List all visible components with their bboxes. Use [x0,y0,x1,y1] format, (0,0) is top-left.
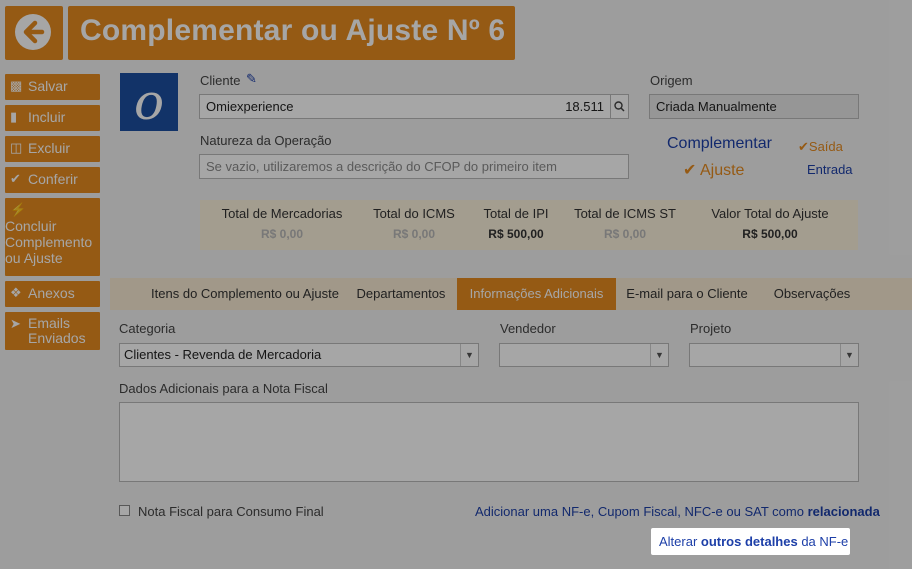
paperclip-icon: ❖ [10,285,22,300]
natureza-input[interactable]: Se vazio, utilizaremos a descrição do CF… [199,154,629,179]
attachments-button[interactable]: ❖ Anexos [5,281,100,307]
total-icms-st: Total de ICMS ST R$ 0,00 [574,206,676,241]
natureza-label: Natureza da Operação [200,133,332,148]
entrada-option[interactable]: Entrada [807,162,853,177]
complementar-option[interactable]: Complementar [667,135,772,153]
tab-email-cliente[interactable]: E-mail para o Cliente [620,278,754,310]
page-title: Complementar ou Ajuste Nº 6 [80,14,506,47]
check-button[interactable]: ✔ Conferir [5,167,100,193]
highlight-box: Alterar outros detalhes da NF-e [651,528,850,555]
add-related-link[interactable]: Adicionar uma NF-e, Cupom Fiscal, NFC-e … [475,504,880,519]
dados-adicionais-textarea[interactable] [119,402,859,482]
categoria-label: Categoria [119,321,176,336]
origem-label: Origem [650,73,693,88]
include-button[interactable]: ▮ Incluir [5,105,100,131]
back-button[interactable] [5,6,63,60]
emails-sent-button[interactable]: ➤ Emails Enviados [5,312,100,350]
save-button[interactable]: ▩ Salvar [5,74,100,100]
projeto-select[interactable]: ▼ [689,343,859,367]
tab-informacoes-adicionais[interactable]: Informações Adicionais [457,278,616,310]
ajuste-option[interactable]: ✔ Ajuste [683,160,744,180]
document-icon: ▮ [10,109,18,124]
origem-field: Criada Manualmente [649,94,859,119]
totals-panel: Total de Mercadorias R$ 0,00 Total do IC… [200,200,858,250]
cliente-input[interactable]: Omiexperience 18.511 [199,94,611,119]
total-mercadorias: Total de Mercadorias R$ 0,00 [221,206,343,241]
check-icon: ✔ [10,171,21,186]
check-icon: ✔ [683,162,697,179]
total-icms: Total do ICMS R$ 0,00 [373,206,455,241]
page-title-bar: Complementar ou Ajuste Nº 6 [68,6,515,60]
arrow-left-icon [15,14,51,50]
tab-itens[interactable]: Itens do Complemento ou Ajuste [130,278,360,310]
delete-button[interactable]: ◫ Excluir [5,136,100,162]
conclude-button[interactable]: ⚡ Concluir Complemento ou Ajuste [5,198,100,276]
chevron-down-icon: ▼ [650,344,668,366]
save-icon: ▩ [10,78,23,93]
send-icon: ➤ [10,316,21,331]
vendedor-select[interactable]: ▼ [499,343,669,367]
client-logo: o [120,73,178,131]
consumo-final-checkbox[interactable] [119,505,130,516]
check-icon: ✔ [798,139,809,154]
consumo-final-label: Nota Fiscal para Consumo Final [138,504,324,519]
chevron-down-icon: ▼ [840,344,858,366]
cliente-label: Cliente [200,73,241,88]
tabs-bar: Itens do Complemento ou Ajuste Departame… [110,278,912,310]
categoria-select[interactable]: Clientes - Revenda de Mercadoria ▼ [119,343,479,367]
trash-icon: ◫ [10,140,23,155]
cliente-code: 18.511 [565,99,604,114]
bolt-icon: ⚡ [10,202,27,217]
vendedor-label: Vendedor [500,321,556,336]
tab-observacoes[interactable]: Observações [762,278,862,310]
search-icon [614,100,625,115]
search-button[interactable] [610,94,629,119]
total-ipi: Total de IPI R$ 500,00 [483,206,549,241]
dados-adicionais-label: Dados Adicionais para a Nota Fiscal [119,381,328,396]
other-details-link[interactable]: Alterar outros detalhes da NF-e [659,534,848,549]
valor-total-ajuste: Valor Total do Ajuste R$ 500,00 [711,206,829,241]
tab-departamentos[interactable]: Departamentos [346,278,456,310]
projeto-label: Projeto [690,321,732,336]
edit-pencil-icon[interactable]: ✎ [246,71,257,87]
saida-option[interactable]: ✔Saída [798,139,843,155]
chevron-down-icon: ▼ [460,344,478,366]
